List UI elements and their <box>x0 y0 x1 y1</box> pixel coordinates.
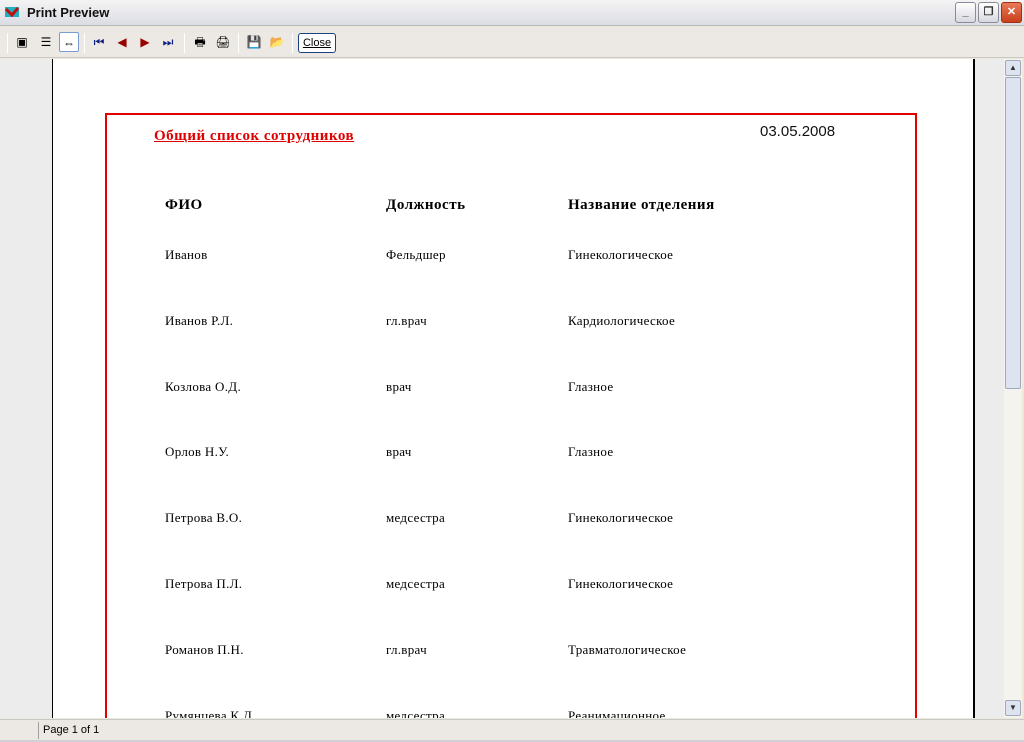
cell-fio: Орлов Н.У. <box>165 444 230 460</box>
cell-department: Гинекологическое <box>568 510 674 526</box>
cell-department: Травматологическое <box>568 641 687 657</box>
cell-position: медсестра <box>386 707 446 718</box>
cell-department: Кардиологическое <box>568 312 676 328</box>
preview-area: Общий список сотрудников 03.05.2008 ФИО … <box>0 59 1004 718</box>
title-bar: Print Preview _ ❐ ✕ <box>0 0 1024 26</box>
cell-position: медсестра <box>386 510 446 526</box>
separator <box>184 33 185 53</box>
cell-fio: Иванов Р.Л. <box>165 312 234 328</box>
print-icon[interactable]: 🖨 <box>213 32 233 52</box>
cell-position: Фельдшер <box>386 247 446 262</box>
header-position: Должность <box>386 197 466 213</box>
cell-position: гл.врач <box>386 312 427 328</box>
close-button[interactable]: Close <box>298 33 336 53</box>
page-shadow <box>973 59 975 718</box>
print-setup-icon[interactable]: 🖶 <box>190 32 210 52</box>
first-page-icon[interactable]: ⏮ <box>89 32 109 52</box>
window-title: Print Preview <box>27 5 110 20</box>
cell-position: врач <box>386 444 412 460</box>
cell-fio: Петрова В.О. <box>165 510 243 526</box>
next-page-icon[interactable]: ▶ <box>135 32 155 52</box>
open-folder-icon[interactable]: 📂 <box>267 32 287 52</box>
cell-fio: Петрова П.Л. <box>165 576 243 591</box>
report-title: Общий список сотрудников <box>154 128 355 144</box>
cell-department: Глазное <box>568 378 614 394</box>
cell-position: гл.врач <box>386 641 427 657</box>
save-icon[interactable]: 💾 <box>244 32 264 52</box>
separator <box>292 33 293 53</box>
separator <box>84 33 85 53</box>
close-window-button[interactable]: ✕ <box>1001 2 1022 23</box>
page-width-icon[interactable]: ☰ <box>36 32 56 52</box>
cell-fio: Румянцева К.Д. <box>165 707 256 718</box>
cell-department: Гинекологическое <box>568 247 674 262</box>
scroll-up-button[interactable]: ▲ <box>1005 60 1021 76</box>
page-indicator: Page 1 of 1 <box>43 724 100 736</box>
last-page-icon[interactable]: ⏭ <box>158 32 178 52</box>
restore-button[interactable]: ❐ <box>978 2 999 23</box>
header-department: Название отделения <box>568 197 715 213</box>
cell-department: Реанимационное <box>568 707 666 718</box>
scroll-thumb[interactable] <box>1005 77 1021 389</box>
report-page: Общий список сотрудников 03.05.2008 ФИО … <box>52 59 973 718</box>
report-frame <box>105 113 917 718</box>
toolbar: ▣ ☰ ⇔ ⏮ ◀ ▶ ⏭ 🖶 🖨 💾 📂 Close <box>0 27 1024 58</box>
separator <box>238 33 239 53</box>
zoom-fit-icon[interactable]: ⇔ <box>59 32 79 52</box>
minimize-button[interactable]: _ <box>955 2 976 23</box>
cell-fio: Иванов <box>165 247 208 262</box>
header-fio: ФИО <box>165 197 203 213</box>
app-icon <box>4 7 20 18</box>
cell-fio: Козлова О.Д. <box>165 378 241 394</box>
vertical-scrollbar[interactable]: ▲ ▼ <box>1004 59 1022 718</box>
cell-fio: Романов П.Н. <box>165 641 244 657</box>
cell-position: врач <box>386 378 412 394</box>
cell-department: Глазное <box>568 444 614 460</box>
one-page-icon[interactable]: ▣ <box>12 32 32 52</box>
scroll-down-button[interactable]: ▼ <box>1005 700 1021 716</box>
report-date: 03.05.2008 <box>760 123 836 140</box>
cell-position: медсестра <box>386 576 446 591</box>
prev-page-icon[interactable]: ◀ <box>112 32 132 52</box>
separator <box>7 33 8 53</box>
cell-department: Гинекологическое <box>568 576 674 591</box>
separator <box>38 722 39 739</box>
status-bar: Page 1 of 1 <box>0 719 1024 740</box>
